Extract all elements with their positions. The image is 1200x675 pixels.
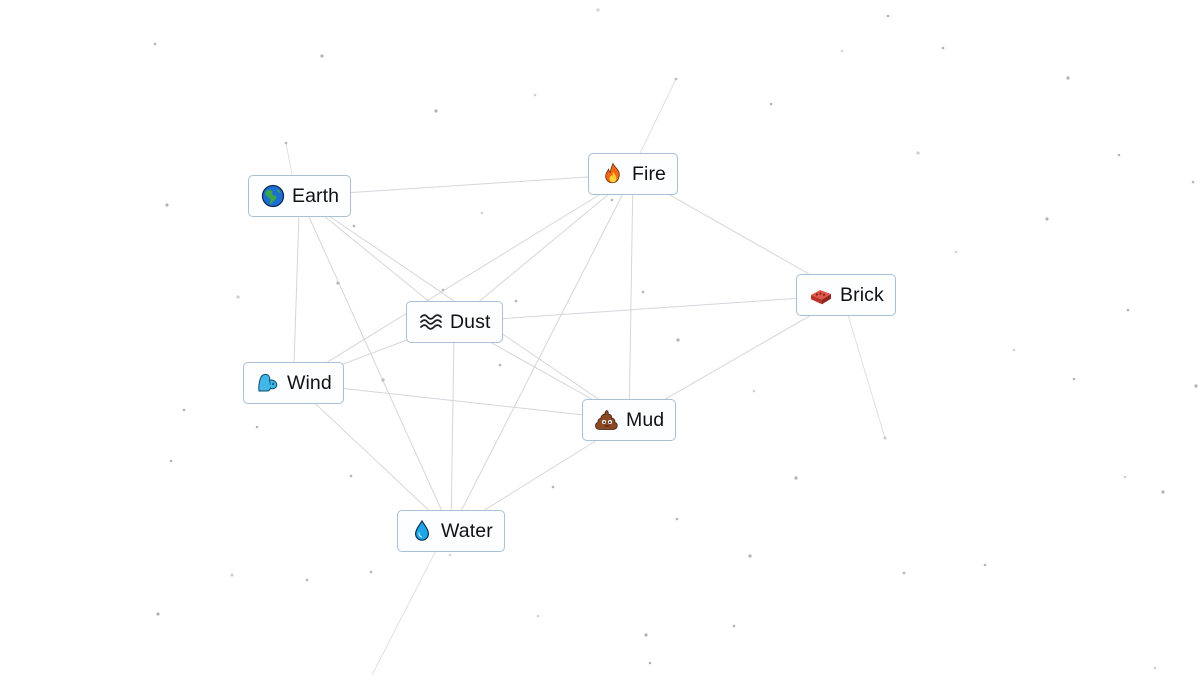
earth-globe-icon	[261, 184, 285, 208]
element-wind[interactable]: Wind	[243, 362, 344, 404]
connection-line-dust-water	[450, 321, 455, 532]
connection-line-fire-mud	[628, 173, 634, 421]
element-label: Fire	[632, 162, 666, 185]
element-label: Brick	[840, 283, 884, 306]
element-label: Dust	[450, 310, 491, 333]
connection-lines	[285, 78, 886, 675]
connection-line-earth-wind	[292, 195, 301, 384]
connection-line-wind-water	[293, 382, 452, 532]
element-label: Wind	[287, 371, 332, 394]
element-dust[interactable]: Dust	[406, 301, 503, 343]
element-earth[interactable]: Earth	[248, 175, 352, 217]
connection-line-fire-water	[450, 173, 634, 532]
connection-line-dust-brick	[454, 294, 846, 323]
trail-line	[371, 530, 447, 675]
element-brick[interactable]: Brick	[796, 274, 896, 316]
brick-icon	[809, 283, 833, 307]
mud-pile-icon	[595, 408, 619, 432]
dust-waves-icon	[419, 310, 443, 334]
crafting-canvas[interactable]: Earth Fire Dust Brick Wind Mud Water	[0, 0, 1200, 675]
element-fire[interactable]: Fire	[588, 153, 678, 195]
fire-icon	[601, 162, 625, 186]
element-label: Water	[441, 519, 493, 542]
element-mud[interactable]: Mud	[582, 399, 677, 441]
trail-line	[841, 294, 886, 439]
element-label: Mud	[626, 408, 665, 431]
connection-line-fire-dust	[453, 173, 634, 323]
element-label: Earth	[292, 184, 340, 207]
water-droplet-icon	[410, 519, 434, 543]
element-water[interactable]: Water	[397, 510, 505, 552]
wind-face-icon	[256, 371, 280, 395]
